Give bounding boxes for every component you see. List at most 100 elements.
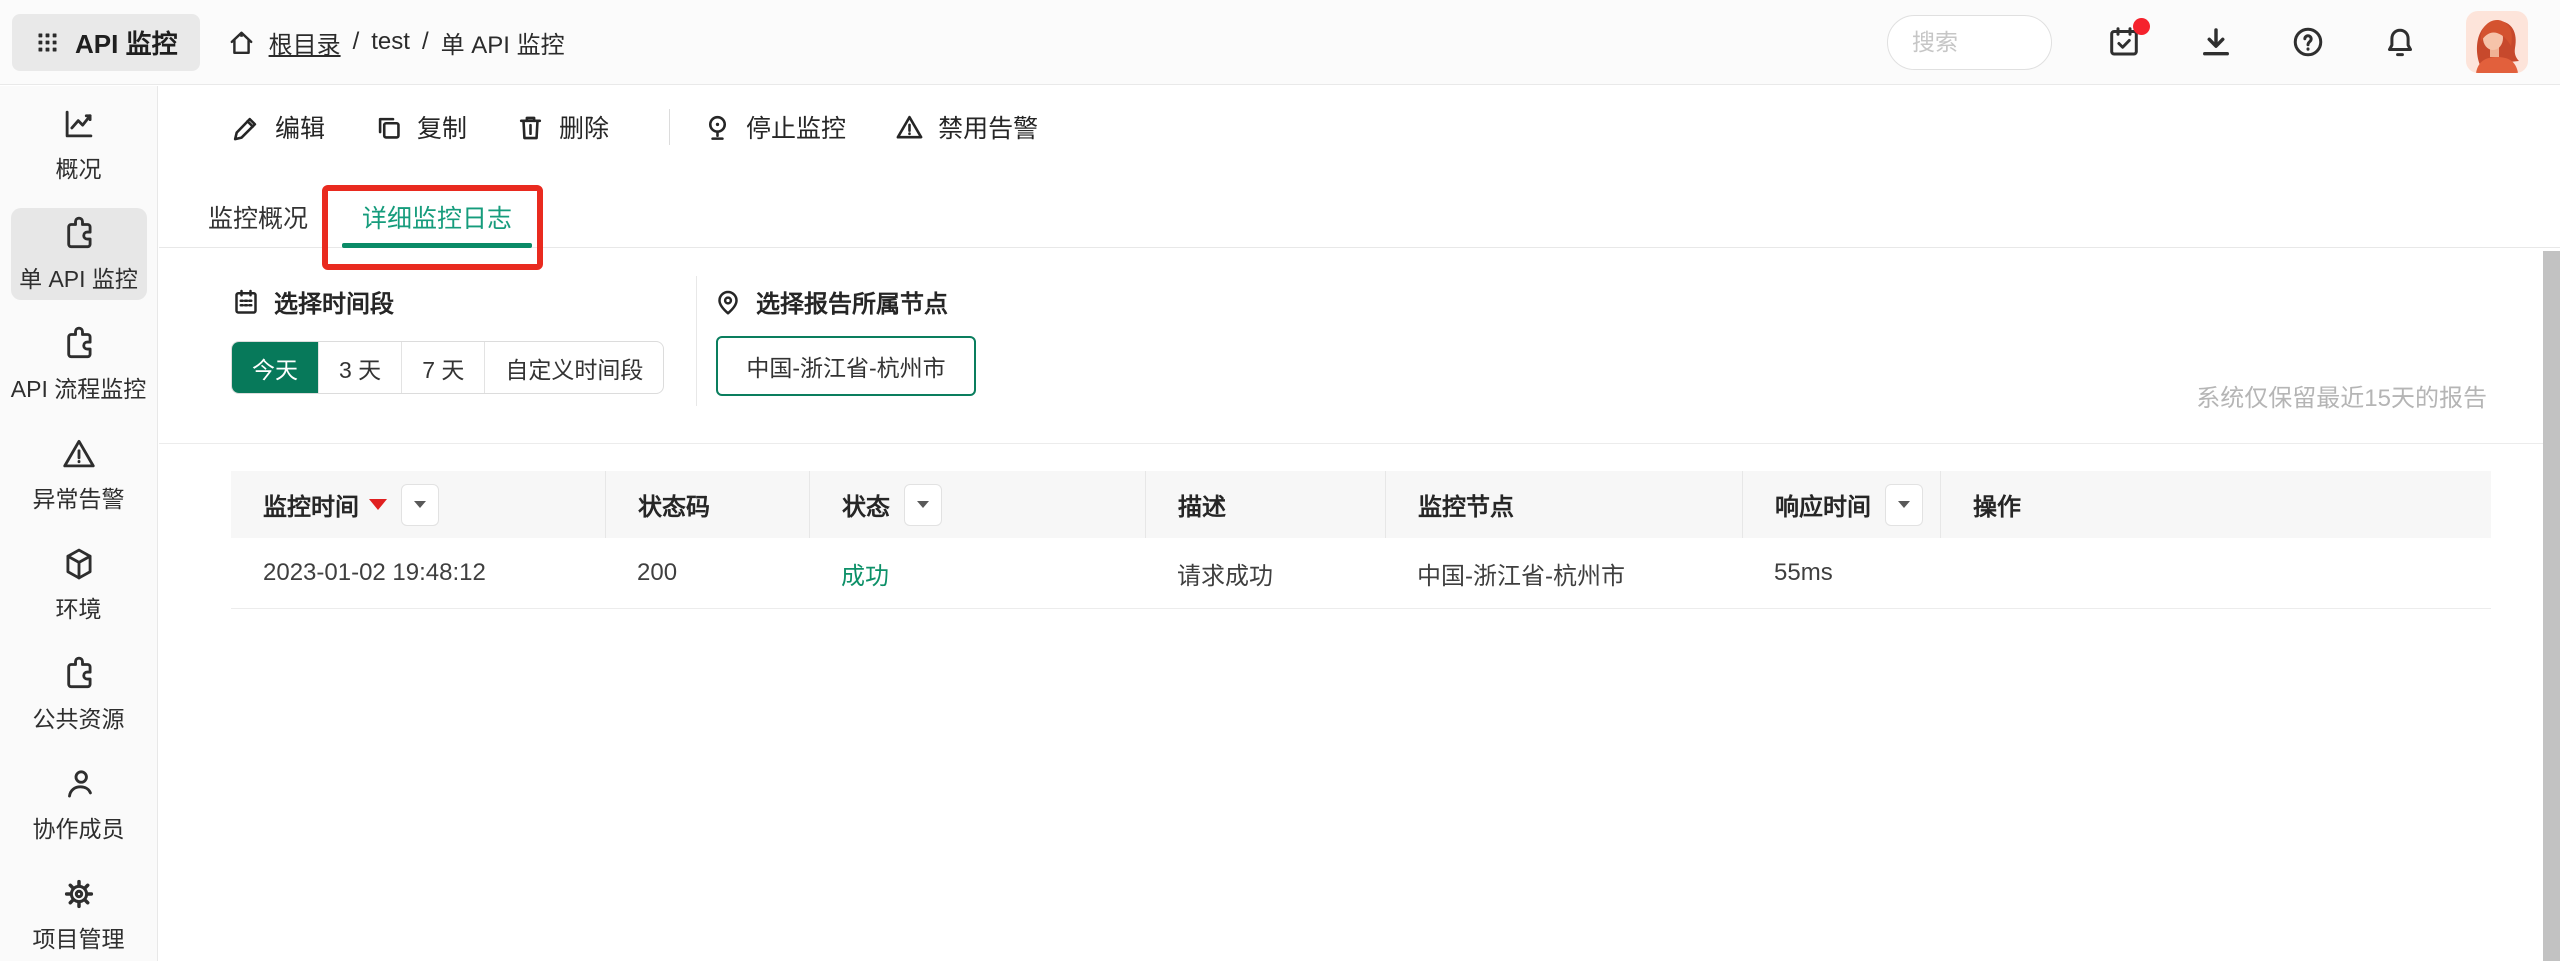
- table-row[interactable]: 2023-01-02 19:48:12 200 成功 请求成功 中国-浙江省-杭…: [231, 538, 2491, 609]
- column-label: 监控节点: [1418, 487, 1514, 522]
- disable-alert-button[interactable]: 禁用告警: [894, 109, 1038, 145]
- sidebar-item-api-flow-monitor[interactable]: API 流程监控: [11, 318, 147, 410]
- filter-dropdown-button[interactable]: [401, 484, 439, 526]
- member-icon: [60, 765, 98, 803]
- avatar-illustration-icon: [2466, 11, 2528, 73]
- sort-desc-icon[interactable]: [369, 499, 387, 510]
- filter-dropdown-button[interactable]: [904, 484, 942, 526]
- edit-label: 编辑: [275, 109, 325, 145]
- column-label: 响应时间: [1775, 487, 1871, 522]
- sidebar-item-label: 异常告警: [33, 480, 125, 514]
- chevron-down-icon: [414, 501, 426, 508]
- column-header-status-code: 状态码: [605, 471, 809, 538]
- app-title: API 监控: [75, 24, 178, 61]
- toolbar-divider: [669, 109, 670, 145]
- topbar: API 监控 根目录 / test / 单 API 监控: [0, 0, 2560, 85]
- notifications-button[interactable]: [2380, 22, 2420, 62]
- puzzle-icon: [60, 655, 98, 693]
- cell-status: 成功: [809, 538, 1145, 608]
- cell-actions: [1940, 538, 2491, 608]
- cell-status-code: 200: [605, 538, 809, 608]
- column-label: 监控时间: [263, 487, 359, 522]
- breadcrumb: 根目录 / test / 单 API 监控: [226, 25, 565, 60]
- monitor-log-table: 监控时间 状态码 状态 描述 监控节点 响应时: [231, 471, 2491, 609]
- cell-description: 请求成功: [1145, 538, 1385, 608]
- time-option-3-days[interactable]: 3 天: [318, 342, 401, 393]
- vertical-scrollbar[interactable]: [2543, 251, 2560, 961]
- cell-response-time: 55ms: [1742, 538, 1940, 608]
- help-button[interactable]: [2288, 22, 2328, 62]
- column-label: 操作: [1973, 487, 2021, 522]
- copy-icon: [373, 112, 404, 143]
- time-option-7-days[interactable]: 7 天: [401, 342, 484, 393]
- time-option-custom[interactable]: 自定义时间段: [484, 342, 663, 393]
- copy-label: 复制: [417, 109, 467, 145]
- time-range-segmented-control: 今天 3 天 7 天 自定义时间段: [231, 341, 664, 394]
- edit-button[interactable]: 编辑: [231, 109, 325, 145]
- sidebar-item-shared-resources[interactable]: 公共资源: [11, 648, 147, 740]
- time-option-today[interactable]: 今天: [232, 342, 318, 393]
- breadcrumb-separator: /: [353, 28, 360, 56]
- filter-dropdown-button[interactable]: [1885, 484, 1923, 526]
- download-icon: [2198, 24, 2234, 60]
- filter-divider: [696, 276, 697, 406]
- column-label: 描述: [1178, 487, 1226, 522]
- user-avatar[interactable]: [2466, 11, 2528, 73]
- time-range-label-text: 选择时间段: [274, 284, 394, 319]
- sidebar-item-label: 单 API 监控: [19, 260, 138, 294]
- app-switcher-chip[interactable]: API 监控: [12, 14, 200, 71]
- download-button[interactable]: [2196, 22, 2236, 62]
- sidebar-item-alerts[interactable]: 异常告警: [11, 428, 147, 520]
- sidebar-item-single-api-monitor[interactable]: 单 API 监控: [11, 208, 147, 300]
- bell-icon: [2382, 24, 2418, 60]
- sidebar-item-label: 环境: [56, 590, 102, 624]
- time-range-label: 选择时间段: [231, 284, 394, 319]
- breadcrumb-page: 单 API 监控: [441, 25, 565, 60]
- sidebar-item-environment[interactable]: 环境: [11, 538, 147, 630]
- location-pin-icon: [713, 287, 743, 317]
- main-content: 编辑 复制 删除 停止监控 禁用告警: [159, 86, 2560, 961]
- copy-button[interactable]: 复制: [373, 109, 467, 145]
- column-header-response-time: 响应时间: [1742, 471, 1940, 538]
- tab-label: 监控概况: [208, 205, 308, 233]
- report-node-label: 选择报告所属节点: [713, 284, 948, 319]
- column-label: 状态: [842, 487, 890, 522]
- sidebar-item-project-settings[interactable]: 项目管理: [11, 868, 147, 960]
- sidebar: 概况 单 API 监控 API 流程监控 异常告警 环境 公共资源 协作成员: [0, 86, 158, 961]
- puzzle-icon: [60, 215, 98, 253]
- sidebar-item-overview[interactable]: 概况: [11, 98, 147, 190]
- puzzle-icon: [60, 325, 98, 363]
- active-tab-underline: [342, 243, 532, 248]
- delete-button[interactable]: 删除: [515, 109, 609, 145]
- sidebar-item-label: API 流程监控: [11, 370, 146, 404]
- column-header-actions: 操作: [1940, 471, 2491, 538]
- cell-monitor-time: 2023-01-02 19:48:12: [231, 538, 605, 608]
- tabs: 监控概况 详细监控日志: [188, 198, 546, 248]
- help-icon: [2290, 24, 2326, 60]
- search-input[interactable]: [1887, 15, 2052, 70]
- column-header-description: 描述: [1145, 471, 1385, 538]
- delete-label: 删除: [559, 109, 609, 145]
- pencil-icon: [231, 112, 262, 143]
- trash-icon: [515, 112, 546, 143]
- column-header-monitor-time: 监控时间: [231, 471, 605, 538]
- sidebar-item-label: 协作成员: [33, 810, 125, 844]
- retention-note: 系统仅保留最近15天的报告: [2196, 378, 2487, 413]
- stop-monitor-button[interactable]: 停止监控: [702, 109, 846, 145]
- webcam-monitor-icon: [702, 112, 733, 143]
- report-node-select-button[interactable]: 中国-浙江省-杭州市: [716, 336, 976, 396]
- breadcrumb-root-link[interactable]: 根目录: [269, 25, 341, 60]
- report-check-button[interactable]: [2104, 22, 2144, 62]
- toolbar: 编辑 复制 删除 停止监控 禁用告警: [231, 102, 1086, 152]
- cube-icon: [60, 545, 98, 583]
- cell-node: 中国-浙江省-杭州市: [1385, 538, 1742, 608]
- grid-menu-icon: [34, 29, 61, 56]
- chevron-down-icon: [1898, 501, 1910, 508]
- tab-monitor-overview[interactable]: 监控概况: [188, 198, 328, 248]
- tab-detail-log[interactable]: 详细监控日志: [342, 198, 532, 248]
- chevron-down-icon: [917, 501, 929, 508]
- gear-icon: [60, 875, 98, 913]
- filter-section-border: [159, 443, 2543, 444]
- sidebar-item-members[interactable]: 协作成员: [11, 758, 147, 850]
- breadcrumb-folder: test: [371, 28, 410, 56]
